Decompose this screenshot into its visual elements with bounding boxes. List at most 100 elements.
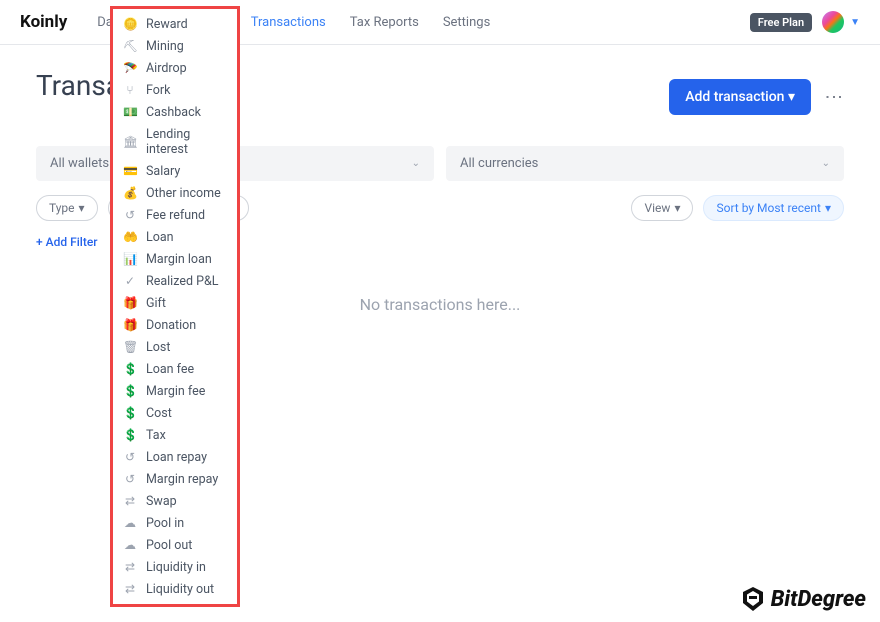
type-option-label: Salary: [146, 164, 180, 179]
type-option-donation[interactable]: 🎁 Donation: [113, 314, 237, 336]
type-option-loan-fee[interactable]: 💲 Loan fee: [113, 358, 237, 380]
chevron-down-icon: ⌄: [822, 158, 830, 169]
type-option-icon: 💵: [123, 105, 137, 119]
type-option-icon: ⇄: [123, 494, 137, 508]
type-option-icon: 🏛: [123, 135, 137, 149]
type-option-icon: ↺: [123, 472, 137, 486]
type-option-label: Fork: [146, 83, 170, 98]
type-option-label: Cashback: [146, 105, 201, 120]
type-option-label: Liquidity out: [146, 582, 214, 597]
type-option-label: Donation: [146, 318, 196, 333]
type-option-reward[interactable]: 🪙Reward: [113, 13, 237, 35]
type-option-icon: 🤲: [123, 230, 137, 244]
type-option-label: Loan: [146, 230, 174, 245]
nav-item-settings[interactable]: Settings: [443, 15, 490, 30]
type-option-swap[interactable]: ⇄ Swap: [113, 490, 237, 512]
type-option-icon: 💳: [123, 164, 137, 178]
type-option-gift[interactable]: 🎁 Gift: [113, 292, 237, 314]
type-option-label: Lending interest: [146, 127, 227, 157]
type-option-icon: ☁: [123, 516, 137, 530]
watermark-text: BitDegree: [771, 587, 866, 612]
more-menu-icon[interactable]: ⋮: [823, 88, 844, 105]
type-option-label: Airdrop: [146, 61, 187, 76]
type-option-icon: ✓: [123, 274, 137, 288]
type-option-icon: 🎁: [123, 296, 137, 310]
type-option-label: Margin repay: [146, 472, 218, 487]
type-option-liquidity-out[interactable]: ⇄ Liquidity out: [113, 578, 237, 600]
type-option-icon: 💲: [123, 362, 137, 376]
type-option-loan[interactable]: 🤲 Loan: [113, 226, 237, 248]
type-dropdown: 🪙Reward ⛏ Mining 🪂 Airdrop ⑂ Fork 💵 Cashback 🏛 Len…: [110, 6, 240, 607]
type-option-icon: 🪂: [123, 61, 137, 75]
type-option-label: Realized P&L: [146, 274, 219, 289]
type-option-label: Pool out: [146, 538, 192, 553]
type-option-icon: ⑂: [123, 83, 137, 97]
type-option-icon: ↺: [123, 208, 137, 222]
add-transaction-button[interactable]: Add transaction ▾: [669, 79, 811, 115]
type-option-other-income[interactable]: 💰Other income: [113, 182, 237, 204]
type-option-lending-interest[interactable]: 🏛 Lending interest: [113, 123, 237, 160]
type-option-icon: ⇄: [123, 560, 137, 574]
add-transaction-label: Add transaction: [685, 89, 784, 105]
app-logo: Koinly: [20, 12, 67, 32]
type-option-pool-in[interactable]: ☁ Pool in: [113, 512, 237, 534]
type-option-label: Swap: [146, 494, 177, 509]
plan-badge: Free Plan: [750, 13, 812, 32]
type-option-loan-repay[interactable]: ↺ Loan repay: [113, 446, 237, 468]
type-option-icon: ⇄: [123, 582, 137, 596]
type-option-label: Lost: [146, 340, 170, 355]
type-option-cashback[interactable]: 💵 Cashback: [113, 101, 237, 123]
type-option-tax[interactable]: 💲 Tax: [113, 424, 237, 446]
nav-item-transactions[interactable]: Transactions: [251, 15, 326, 30]
type-option-icon: ☁: [123, 538, 137, 552]
type-option-label: Tax: [146, 428, 166, 443]
type-option-liquidity-in[interactable]: ⇄ Liquidity in: [113, 556, 237, 578]
type-option-cost[interactable]: 💲 Cost: [113, 402, 237, 424]
type-option-label: Fee refund: [146, 208, 205, 223]
type-option-label: Margin fee: [146, 384, 205, 399]
type-option-label: Gift: [146, 296, 166, 311]
type-option-realized-p-l[interactable]: ✓ Realized P&L: [113, 270, 237, 292]
chevron-down-icon: ⌄: [412, 158, 420, 169]
type-option-icon: ↺: [123, 450, 137, 464]
type-option-label: Margin loan: [146, 252, 212, 267]
type-option-label: Pool in: [146, 516, 184, 531]
type-option-icon: ⛏: [123, 39, 137, 53]
view-pill[interactable]: View ▾: [631, 195, 693, 221]
type-option-label: Cost: [146, 406, 172, 421]
type-option-icon: 📊: [123, 252, 137, 266]
type-option-lost[interactable]: 🗑Lost: [113, 336, 237, 358]
type-option-label: Mining: [146, 39, 184, 54]
chevron-down-icon: ▾: [788, 89, 795, 105]
type-option-icon: 🎁: [123, 318, 137, 332]
nav-item-tax-reports[interactable]: Tax Reports: [350, 15, 419, 30]
type-option-margin-repay[interactable]: ↺ Margin repay: [113, 468, 237, 490]
type-option-fee-refund[interactable]: ↺ Fee refund: [113, 204, 237, 226]
type-option-margin-loan[interactable]: 📊 Margin loan: [113, 248, 237, 270]
sort-label: Sort by Most recent: [716, 201, 821, 215]
type-label: Type: [49, 201, 75, 215]
currencies-filter[interactable]: All currencies ⌄: [446, 146, 844, 181]
type-option-label: Reward: [146, 17, 188, 32]
type-option-pool-out[interactable]: ☁ Pool out: [113, 534, 237, 556]
type-option-icon: 💲: [123, 406, 137, 420]
type-option-mining[interactable]: ⛏ Mining: [113, 35, 237, 57]
type-option-icon: 💲: [123, 384, 137, 398]
type-option-label: Loan repay: [146, 450, 207, 465]
currencies-filter-label: All currencies: [460, 156, 538, 171]
type-option-label: Loan fee: [146, 362, 194, 377]
wallets-filter-label: All wallets: [50, 156, 109, 171]
sort-pill[interactable]: Sort by Most recent ▾: [703, 195, 844, 221]
avatar[interactable]: [822, 11, 844, 33]
type-option-fork[interactable]: ⑂ Fork: [113, 79, 237, 101]
type-option-icon: 💲: [123, 428, 137, 442]
type-option-salary[interactable]: 💳 Salary: [113, 160, 237, 182]
type-filter-pill[interactable]: Type ▾: [36, 195, 98, 221]
view-label: View: [644, 201, 670, 215]
account-chevron-icon[interactable]: ▼: [850, 17, 860, 28]
watermark: BitDegree: [741, 586, 866, 612]
type-option-icon: 💰: [123, 186, 137, 200]
type-option-airdrop[interactable]: 🪂 Airdrop: [113, 57, 237, 79]
type-option-label: Liquidity in: [146, 560, 206, 575]
type-option-margin-fee[interactable]: 💲 Margin fee: [113, 380, 237, 402]
